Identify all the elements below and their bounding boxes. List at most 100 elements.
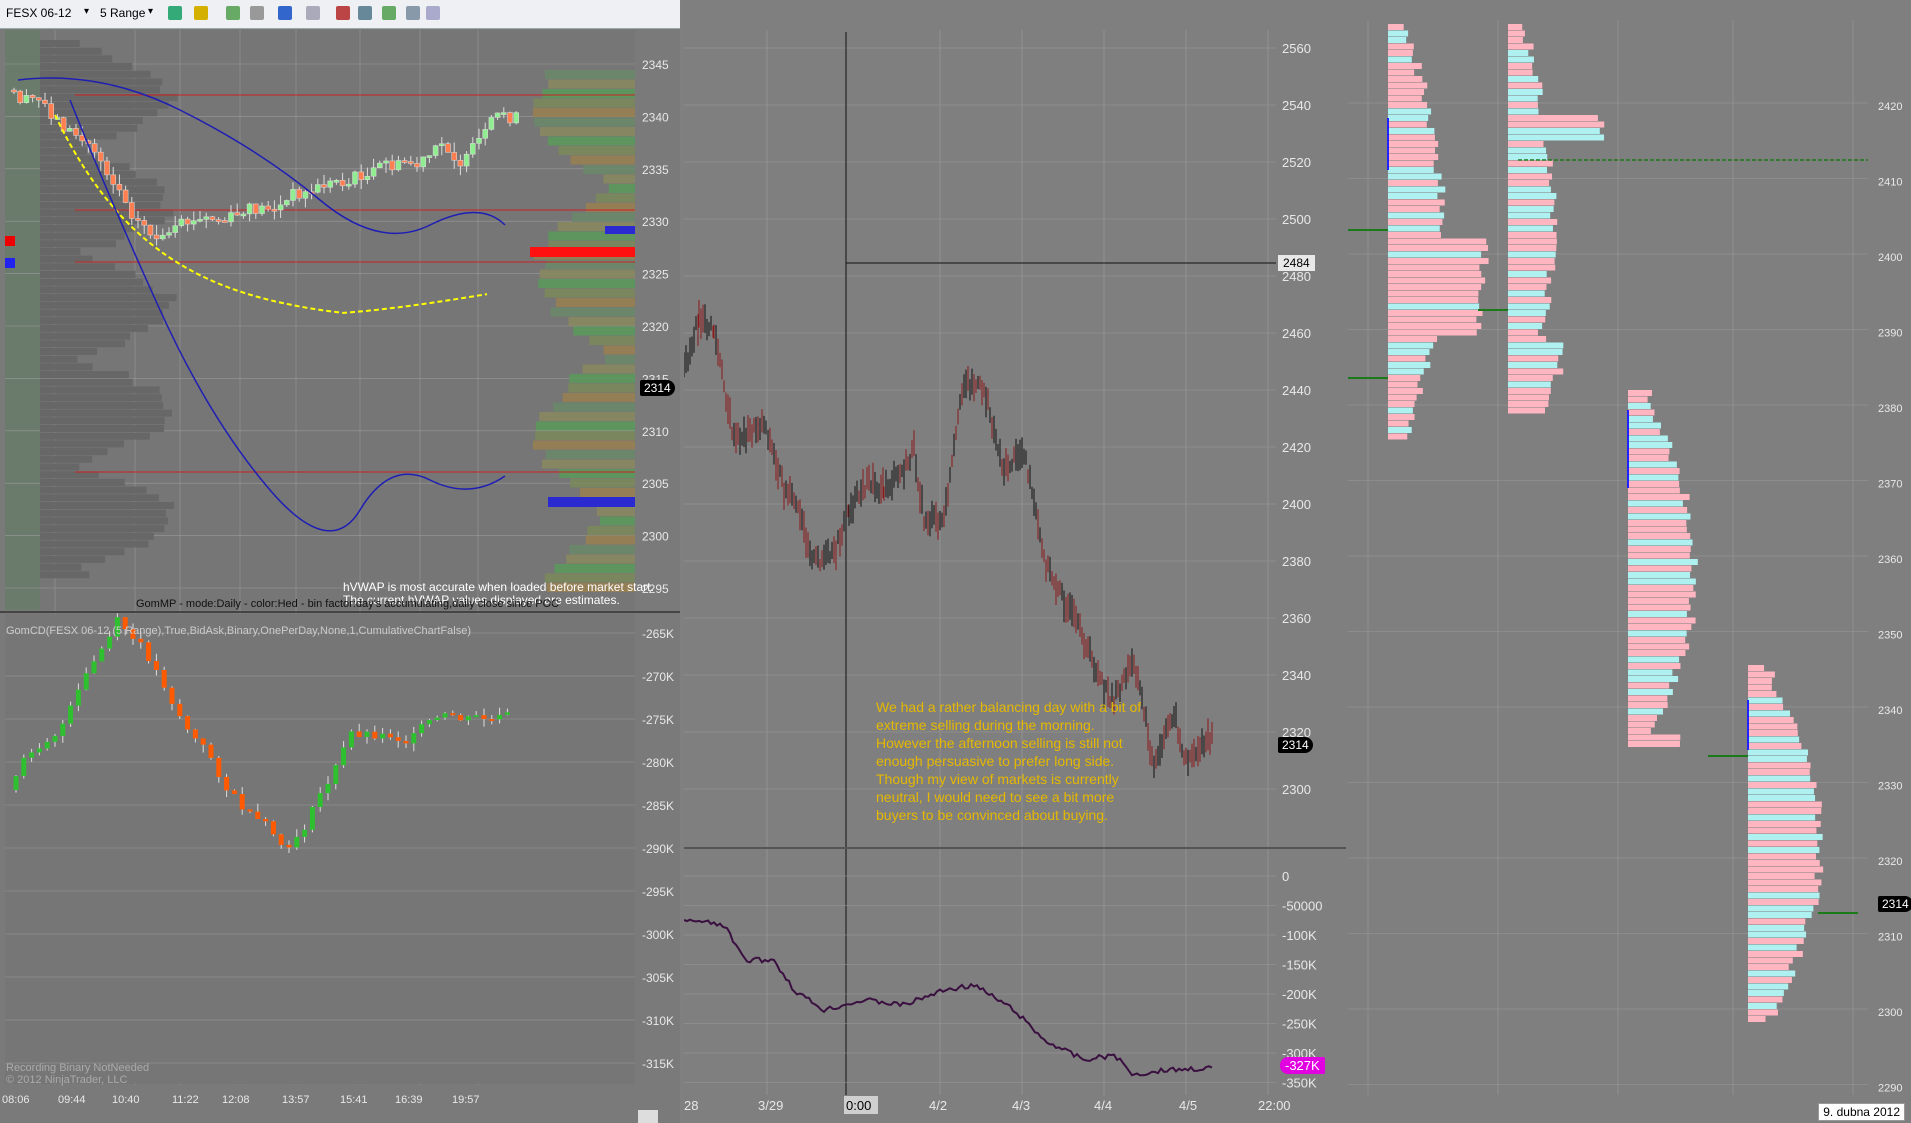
tpo-profile-row [1388, 407, 1413, 414]
tpo-profile-row [1628, 396, 1648, 403]
volume-profile-bar [40, 63, 133, 71]
tpo-profile-row [1628, 500, 1683, 507]
tpo-profile-row [1628, 682, 1670, 689]
candle-body [141, 220, 147, 226]
cd-axis-label: -300K [642, 928, 674, 942]
cd-candle-body [224, 776, 230, 791]
date-axis-label: 4/3 [1012, 1098, 1030, 1113]
cd-candle-body [216, 757, 222, 777]
cd-candle-body [161, 670, 167, 688]
market-profile-bar [573, 326, 635, 336]
tpo-profile-row [1628, 656, 1680, 663]
market-profile-bar [585, 535, 635, 545]
tpo-profile-row [1748, 879, 1822, 886]
volume-profile-bar [40, 378, 133, 386]
cd-axis-label: -270K [642, 670, 674, 684]
candle-body [234, 212, 240, 216]
price-axis-label: 2350 [1878, 630, 1902, 642]
tpo-profile-row [1748, 847, 1820, 853]
tpo-profile-row [1748, 736, 1800, 743]
market-profile-bar [585, 203, 635, 212]
volume-profile-bar [40, 540, 149, 548]
cd-axis-label: -250K [1282, 1017, 1317, 1032]
volume-profile-bar [40, 140, 86, 148]
cd-candle-body [177, 703, 183, 717]
cd-candle-body [504, 712, 510, 715]
cd-candle-body [247, 809, 253, 812]
tpo-profile-row [1628, 565, 1692, 572]
volume-profile-bar [40, 440, 125, 448]
tpo-profile-row [1388, 388, 1423, 394]
tpo-profile-row [1508, 245, 1557, 251]
volume-profile-bar [40, 355, 78, 363]
tpo-profile-row [1508, 355, 1559, 362]
left-volume-strip [5, 30, 40, 610]
tpo-profile-row [1628, 611, 1687, 617]
candle-body [160, 234, 166, 240]
tpo-profile-row [1388, 102, 1428, 108]
candle-body [246, 203, 253, 215]
volume-profile-bar [40, 194, 163, 201]
candle-body [277, 204, 284, 211]
tpo-profile-row [1388, 50, 1413, 56]
volume-profile-bar [40, 409, 172, 417]
volume-profile-bar [40, 309, 163, 317]
volume-profile-bar [40, 478, 125, 486]
price-axis-label: 2320 [642, 320, 669, 334]
market-profile-bar [553, 402, 635, 412]
candle-body [420, 156, 426, 168]
tpo-profile-row [1388, 316, 1477, 323]
tpo-profile-row [1748, 990, 1784, 996]
tpo-profile-row [1388, 206, 1440, 212]
price-axis-label: 2460 [1282, 326, 1311, 341]
market-profile-bar [539, 412, 635, 421]
tpo-profile-row [1748, 931, 1807, 938]
candle-body [352, 171, 358, 185]
tpo-profile-row [1508, 186, 1551, 193]
price-axis-label: 2300 [1878, 1007, 1902, 1019]
volume-profile-bar [40, 101, 169, 109]
cd-candle-body [341, 747, 347, 766]
candle-body [36, 97, 42, 101]
tpo-profile-row [1508, 316, 1546, 323]
candle-body [339, 180, 346, 187]
tpo-profile-row [1508, 115, 1598, 121]
market-profile-bar [570, 478, 635, 488]
market-profile-canvas[interactable]: 2420 2410 2400 2390 2380 2370 2360 2350 2340 2330… [1348, 0, 1911, 1123]
tpo-profile-row [1748, 717, 1794, 723]
candle-body [401, 160, 408, 163]
tpo-profile-row [1508, 102, 1538, 108]
candle-body [333, 180, 340, 183]
tpo-profile-row [1628, 526, 1687, 533]
tpo-profile-row [1628, 734, 1681, 741]
volume-profile-bar [40, 232, 125, 240]
date-axis-label: 4/4 [1094, 1098, 1112, 1113]
tpo-profile-row [1388, 82, 1428, 89]
tpo-profile-row [1628, 715, 1657, 721]
tpo-profile-row [1628, 533, 1691, 539]
price-axis-label: 2345 [642, 58, 669, 72]
candle-body [104, 160, 110, 176]
volume-profile-bar [40, 70, 151, 78]
candle-body [228, 212, 234, 223]
market-profile-bar [539, 127, 635, 136]
cd-candle-body [75, 689, 81, 706]
tpo-profile-row [1388, 433, 1408, 440]
tpo-profile-row [1508, 154, 1548, 160]
tpo-profile-row [1628, 721, 1655, 728]
price-axis-label: 2420 [1282, 440, 1311, 455]
time-axis-label: 15:41 [340, 1094, 368, 1106]
price-axis-label: 2360 [1282, 611, 1311, 626]
candle-body [383, 160, 389, 164]
left-chart-window: FESX 06-12 ▾ 5 Range ▾ 2345 2340 2335 2330 2… [0, 0, 680, 1123]
market-profile-bar [545, 260, 635, 269]
volume-profile-bar [40, 348, 98, 355]
tpo-profile-row [1748, 892, 1820, 899]
time-axis-label: 09:44 [58, 1094, 86, 1106]
left-chart-canvas[interactable]: 2345234023352330232523202315231023052300… [0, 0, 680, 1123]
tpo-profile-row [1388, 401, 1415, 407]
cd-candle-body [333, 765, 339, 785]
middle-chart-canvas[interactable]: 2560 2540 2520 2500 2480 2460 2440 2420 2400 2380… [684, 0, 1346, 1123]
cd-candle-body [380, 733, 386, 739]
tpo-profile-row [1388, 154, 1439, 160]
